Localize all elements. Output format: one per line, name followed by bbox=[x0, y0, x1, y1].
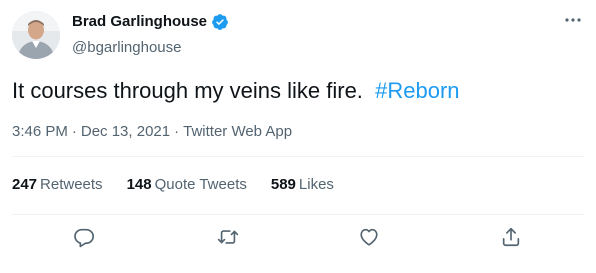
author-block: Brad Garlinghouse @bgarlinghouse bbox=[72, 12, 229, 58]
quotes-count: 148 bbox=[126, 176, 152, 193]
tweet-source[interactable]: Twitter Web App bbox=[183, 123, 292, 140]
retweet-button[interactable] bbox=[211, 222, 245, 256]
retweet-icon bbox=[217, 226, 239, 253]
retweets-stat[interactable]: 247 Retweets bbox=[12, 175, 103, 195]
author-display-name[interactable]: Brad Garlinghouse bbox=[72, 12, 207, 32]
more-icon[interactable] bbox=[560, 10, 586, 30]
share-icon bbox=[500, 226, 522, 253]
retweets-count: 247 bbox=[12, 176, 38, 193]
quotes-label: Quote Tweets bbox=[154, 176, 247, 193]
hashtag-link[interactable]: #Reborn bbox=[375, 78, 459, 103]
meta-separator: · bbox=[174, 123, 180, 140]
avatar[interactable] bbox=[12, 11, 60, 59]
likes-count: 589 bbox=[270, 176, 296, 193]
tweet-time[interactable]: 3:46 PM bbox=[12, 123, 68, 140]
divider bbox=[12, 214, 584, 215]
meta-separator: · bbox=[71, 123, 77, 140]
share-button[interactable] bbox=[494, 222, 528, 256]
tweet-text-main: It courses through my veins like fire. bbox=[12, 78, 363, 103]
verified-badge-icon bbox=[211, 13, 229, 31]
quote-tweets-stat[interactable]: 148 Quote Tweets bbox=[127, 175, 247, 195]
likes-label: Likes bbox=[298, 176, 334, 193]
tweet-date[interactable]: Dec 13, 2021 bbox=[81, 123, 170, 140]
tweet-meta: 3:46 PM · Dec 13, 2021 · Twitter Web App bbox=[12, 122, 292, 142]
retweets-label: Retweets bbox=[40, 176, 103, 193]
reply-icon bbox=[73, 226, 95, 253]
name-row: Brad Garlinghouse bbox=[72, 12, 229, 32]
author-handle[interactable]: @bgarlinghouse bbox=[72, 38, 229, 58]
tweet-text: It courses through my veins like fire. #… bbox=[12, 77, 460, 105]
like-button[interactable] bbox=[352, 222, 386, 256]
action-bar bbox=[0, 222, 596, 256]
tweet-stats: 247 Retweets 148 Quote Tweets 589 Likes bbox=[12, 175, 358, 195]
likes-stat[interactable]: 589 Likes bbox=[271, 175, 334, 195]
divider bbox=[12, 156, 584, 157]
reply-button[interactable] bbox=[67, 222, 101, 256]
tweet-card: Brad Garlinghouse @bgarlinghouse It cour… bbox=[0, 0, 596, 273]
heart-icon bbox=[358, 226, 380, 253]
